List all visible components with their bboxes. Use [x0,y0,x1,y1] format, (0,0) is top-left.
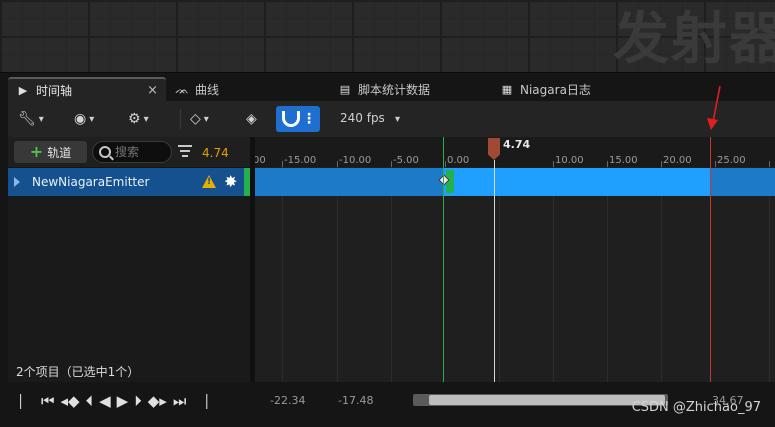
chevron-down-icon: ▾ [143,113,149,125]
grid-line [769,167,770,382]
track-name: NewNiagaraEmitter [32,175,150,189]
emitter-burst-icon: ✸ [224,172,238,191]
expand-arrow-icon[interactable] [14,177,20,187]
tab-label: 曲线 [195,83,220,97]
previous-frame-key-icon[interactable]: ⏮ [41,392,55,410]
key-interp-button[interactable]: ◇ ▾ [190,107,209,131]
jump-to-start-icon[interactable]: ⎸ [20,392,35,410]
plus-icon: + [29,142,44,161]
tab-label: 脚本统计数据 [358,83,431,97]
tab-label: Niagara日志 [520,83,591,97]
eye-icon: ◉ [74,111,87,127]
tab-bar: ▶ 时间轴 × ᨏ 曲线 ▤ 脚本统计数据 ▦ Niagara日志 [0,72,775,102]
grid-line [607,167,608,382]
tab-niagara-log[interactable]: ▦ Niagara日志 [500,77,591,102]
current-time-field[interactable]: 4.74 [202,146,229,160]
gear-play-icon: ⚙ [128,111,141,127]
toolbar-divider [180,109,181,129]
search-box[interactable] [92,141,172,163]
playback-start-marker[interactable] [443,137,444,382]
grid-line [553,167,554,382]
search-input[interactable] [115,145,165,159]
warning-icon[interactable] [202,175,216,188]
range-start-value[interactable]: -22.34 [270,394,305,407]
diamond-icon: ◇ [190,111,201,127]
tab-script-stats[interactable]: ▤ 脚本统计数据 [338,77,430,102]
ruler-tick-label: -10.00 [339,155,372,166]
tab-label: 时间轴 [36,84,73,98]
log-icon: ▦ [501,83,513,96]
timeline-icon: ▶ [18,84,28,97]
grid-line [661,167,662,382]
viewport-title: 发射器 [613,7,775,72]
track-area[interactable] [255,167,775,382]
ruler-tick-label: 00 [255,155,266,166]
playhead-line [494,160,495,382]
grid-line [282,167,283,382]
sequencer-toolbar: 🔧︎ ▾ ◉ ▾ ⚙ ▾ ◇ ▾ ◈ ⋮ 240 fps ▾ [8,101,775,137]
key-diamond-icon: ◈ [246,111,257,127]
playhead-time: 4.74 [503,138,531,151]
chevron-down-icon: ▾ [203,113,209,125]
bottom-bar: ⎸ ⏮ ◂◆ ⏴ ◀ ▶ ⏵ ◆▸ ⏭ ⎹ -22.34 -17.48 34.6… [8,382,775,427]
tab-curves[interactable]: ᨏ 曲线 [175,77,219,102]
next-frame-key-icon[interactable]: ⏭ [173,392,187,410]
step-back-icon[interactable]: ⏴ [86,392,94,410]
annotation-arrow [707,85,721,130]
auto-key-button[interactable]: ◈ [246,107,257,131]
ruler-tick-label: -15.00 [284,155,317,166]
stats-icon: ▤ [339,83,351,96]
preview-viewport[interactable]: 发射器 [0,0,775,72]
chevron-down-icon: ▾ [89,113,95,125]
step-forward-icon[interactable]: ⏵ [134,392,142,410]
chevron-down-icon: ▾ [38,113,44,125]
grid-line [499,167,500,382]
grid-line [337,167,338,382]
ruler-tick-label: 0.00 [447,155,470,166]
track-row-emitter[interactable]: NewNiagaraEmitter ✸ [8,168,248,196]
chevron-down-icon: ▾ [388,114,401,125]
fps-selector[interactable]: 240 fps ▾ [340,111,400,125]
filter-icon[interactable] [178,145,192,157]
outliner-header: + 轨道 4.74 [8,137,250,167]
playback-options-button[interactable]: ⚙ ▾ [128,107,149,131]
add-track-button[interactable]: + 轨道 [14,141,87,163]
play-icon[interactable]: ▶ [117,392,129,410]
ruler-tick-label: 25.00 [717,155,746,166]
timeline-scrollbar[interactable] [413,394,668,406]
next-key-icon[interactable]: ◆▸ [148,392,167,410]
ruler-tick-label: 15.00 [609,155,638,166]
view-options-button[interactable]: ◉ ▾ [74,107,94,131]
magnet-icon [282,111,300,127]
tools-button[interactable]: 🔧︎ ▾ [18,107,44,131]
ruler-tick-label: 20.00 [663,155,692,166]
outliner-body [8,196,250,382]
previous-key-icon[interactable]: ◂◆ [61,392,80,410]
watermark: CSDN @Zhichao_97 [631,400,761,415]
transport-controls: ⎸ ⏮ ◂◆ ⏴ ◀ ▶ ⏵ ◆▸ ⏭ ⎹ [20,392,207,410]
more-options-icon[interactable]: ⋮ [302,112,316,126]
add-track-label: 轨道 [47,145,72,160]
search-icon [99,146,111,158]
tab-timeline[interactable]: ▶ 时间轴 × [8,77,166,102]
close-icon[interactable]: × [147,83,158,98]
playback-end-marker[interactable] [710,137,711,382]
ruler-tick-label: -5.00 [393,155,419,166]
jump-to-end-icon[interactable]: ⎹ [192,392,207,410]
emitter-section[interactable] [443,168,710,196]
ruler-tick-label: 10.00 [555,155,584,166]
scrollbar-thumb[interactable] [429,395,665,405]
play-reverse-icon[interactable]: ◀ [99,392,111,410]
view-start-value[interactable]: -17.48 [338,394,373,407]
selection-status: 2个项目（已选中1个） [8,360,250,382]
grid-line [391,167,392,382]
wrench-icon: 🔧︎ [18,111,36,127]
curve-icon: ᨏ [175,82,189,96]
snap-toggle-button[interactable]: ⋮ [276,106,320,132]
fps-label: 240 fps [340,111,385,125]
